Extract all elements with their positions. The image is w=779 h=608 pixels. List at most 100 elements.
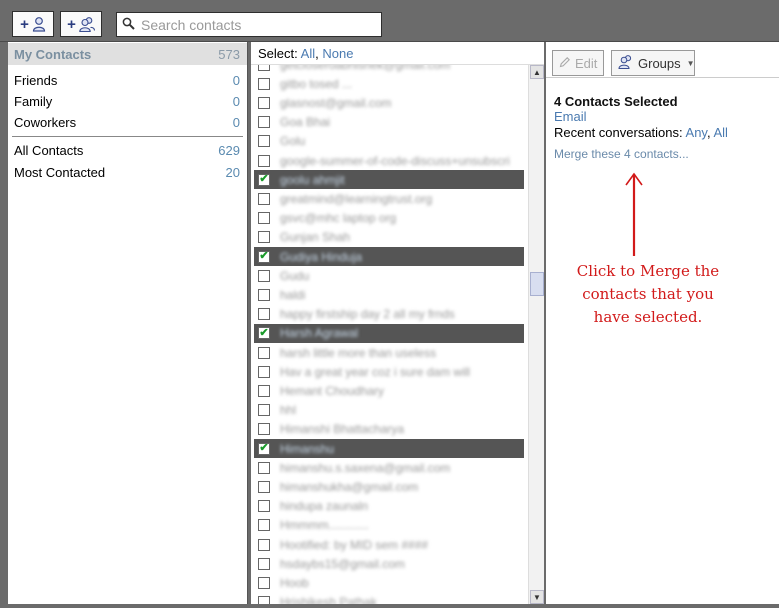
contact-checkbox[interactable] (258, 212, 270, 225)
group-most-contacted[interactable]: Most Contacted 20 (8, 162, 247, 183)
contact-checkbox[interactable] (258, 116, 270, 129)
group-all-contacts[interactable]: All Contacts 629 (8, 140, 247, 161)
contact-checkbox[interactable]: ✔ (258, 250, 270, 263)
annotation-line: have selected. (593, 308, 703, 326)
contact-checkbox[interactable]: ✔ (258, 326, 270, 340)
contact-row[interactable]: Hoob (254, 573, 524, 592)
select-all-link[interactable]: All (301, 46, 315, 61)
annotation-arrow-icon (625, 172, 643, 256)
contact-name: happy firstship day 2 all my frnds (280, 307, 455, 322)
group-coworkers[interactable]: Coworkers 0 (8, 112, 247, 133)
scrollbar[interactable]: ▲ ▼ (528, 65, 544, 604)
contact-row[interactable]: ✔ Gudiya Hinduja (254, 247, 524, 266)
contact-checkbox[interactable] (258, 384, 270, 397)
chevron-down-icon: ▼ (686, 58, 695, 68)
group-my-contacts[interactable]: My Contacts 573 (8, 43, 247, 65)
contact-row[interactable]: haldi (254, 285, 524, 304)
group-label: Most Contacted (14, 165, 106, 180)
contact-row[interactable]: getcloseroabhishek@gmail.com (254, 65, 524, 74)
recent-all-link[interactable]: All (714, 125, 728, 140)
checkmark-icon: ✔ (259, 442, 269, 454)
contact-row[interactable]: Hav a great year coz i sure dam will (254, 362, 524, 381)
contact-row[interactable]: hsdaybs15@gmail.com (254, 554, 524, 573)
contact-checkbox[interactable] (258, 519, 270, 532)
contact-checkbox[interactable] (258, 231, 270, 244)
contact-checkbox[interactable] (258, 423, 270, 436)
contact-checkbox[interactable] (258, 346, 270, 359)
contact-checkbox[interactable] (258, 77, 270, 90)
annotation-text: Click to Merge the contacts that you hav… (558, 260, 738, 329)
search-box[interactable] (116, 12, 382, 37)
annotation-line: Click to Merge the (576, 262, 720, 280)
edit-button[interactable]: Edit (552, 50, 604, 76)
contact-row[interactable]: ✔ Himanshu (254, 439, 524, 458)
contact-row[interactable]: Golu (254, 132, 524, 151)
contact-row[interactable]: Goa Bhai (254, 113, 524, 132)
contact-name: greatmind@learningtrust.org (280, 191, 433, 206)
contact-checkbox[interactable]: ✔ (258, 173, 270, 186)
contact-row[interactable]: gsvc@mhc laptop org (254, 209, 524, 228)
contact-checkbox[interactable] (258, 596, 270, 604)
contact-checkbox[interactable] (258, 308, 270, 321)
contact-checkbox[interactable] (258, 461, 270, 474)
contact-checkbox[interactable] (258, 154, 270, 167)
contact-checkbox[interactable] (258, 557, 270, 570)
contact-row[interactable]: hhl (254, 401, 524, 420)
contact-row[interactable]: glasnost@gmail.com (254, 93, 524, 112)
contact-row[interactable]: Hemant Choudhary (254, 381, 524, 400)
checkmark-icon: ✔ (259, 326, 269, 339)
groups-label: Groups (638, 55, 681, 71)
group-count: 0 (232, 73, 240, 88)
contact-row[interactable]: Hmmmm............ (254, 516, 524, 535)
contact-row[interactable]: Hootified: by MID sem #### (254, 535, 524, 554)
group-family[interactable]: Family 0 (8, 91, 247, 112)
search-input[interactable] (141, 16, 376, 33)
group-friends[interactable]: Friends 0 (8, 70, 247, 91)
contact-row[interactable]: himanshukha@gmail.com (254, 477, 524, 496)
contact-row[interactable]: google-summer-of-code-discuss+unsubscri (254, 151, 524, 170)
contact-row[interactable]: Hrishikesh Pathak (254, 593, 524, 604)
group-label: Coworkers (14, 115, 77, 130)
contact-checkbox[interactable] (258, 96, 270, 109)
contact-checkbox[interactable] (258, 65, 270, 71)
scroll-up-icon[interactable]: ▲ (530, 65, 544, 79)
contact-name: Gunjan Shah (280, 230, 351, 245)
scroll-down-icon[interactable]: ▼ (530, 590, 544, 604)
contact-row[interactable]: gitbo tosed ... (254, 74, 524, 93)
contact-checkbox[interactable] (258, 576, 270, 589)
contact-checkbox[interactable] (258, 192, 270, 205)
contact-checkbox[interactable] (258, 288, 270, 301)
contact-checkbox[interactable] (258, 480, 270, 493)
contact-checkbox[interactable] (258, 404, 270, 417)
contact-row[interactable]: happy firstship day 2 all my frnds (254, 305, 524, 324)
contact-row[interactable]: ✔ goolu ahmjit (254, 170, 524, 190)
scrollbar-thumb[interactable] (530, 272, 544, 296)
contact-row[interactable]: harsh little more than useless (254, 343, 524, 362)
select-none-link[interactable]: None (322, 46, 353, 61)
group-count: 629 (218, 143, 240, 158)
recent-any-link[interactable]: Any (686, 125, 707, 140)
merge-contacts-link[interactable]: Merge these 4 contacts... (554, 147, 779, 161)
contact-checkbox[interactable] (258, 538, 270, 551)
group-icon (79, 16, 95, 32)
contact-checkbox[interactable] (258, 269, 270, 282)
contact-row[interactable]: greatmind@learningtrust.org (254, 189, 524, 208)
add-contact-button[interactable]: + (12, 11, 54, 37)
contact-row[interactable]: Himanshi Bhattacharya (254, 420, 524, 439)
group-count: 20 (225, 165, 240, 180)
contact-row[interactable]: Gunjan Shah (254, 228, 524, 247)
annotation-line: contacts that you (582, 285, 714, 303)
contact-row[interactable]: hindupa zaunaln (254, 497, 524, 516)
add-group-button[interactable]: + (60, 11, 102, 37)
contact-checkbox[interactable] (258, 500, 270, 513)
contact-checkbox[interactable]: ✔ (258, 442, 270, 455)
contact-checkbox[interactable] (258, 135, 270, 148)
contact-row[interactable]: himanshu.s.saxena@gmail.com (254, 458, 524, 477)
contact-checkbox[interactable] (258, 365, 270, 378)
groups-dropdown-button[interactable]: Groups ▼ (611, 50, 695, 76)
contact-row[interactable]: Gudu (254, 266, 524, 285)
email-link[interactable]: Email (554, 109, 779, 124)
contact-name: goolu ahmjit (280, 172, 345, 187)
contact-row[interactable]: ✔ Harsh Agrawal (254, 323, 524, 343)
checkmark-icon: ✔ (259, 250, 269, 262)
